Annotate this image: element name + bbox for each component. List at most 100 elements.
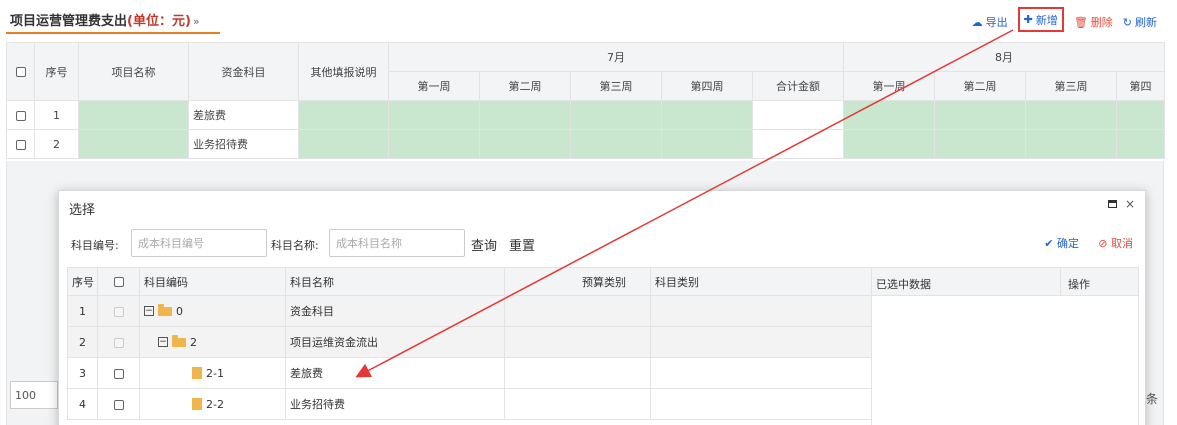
table-row[interactable]: 4 2-2 业务招待费 [67, 388, 872, 420]
name-input[interactable] [329, 229, 465, 257]
note-cell[interactable] [298, 100, 389, 130]
col-fund: 资金科目 [188, 42, 299, 101]
trash-icon: 🗑 [1073, 15, 1088, 29]
fund-cell: 差旅费 [188, 100, 299, 130]
collapse-icon[interactable]: − [158, 337, 168, 347]
select-all-checkbox[interactable] [15, 67, 26, 77]
plus-icon: ✚ [1023, 13, 1033, 26]
col-week: 第二周 [934, 71, 1027, 101]
col-seq: 序号 [34, 42, 79, 101]
cancel-label: 取消 [1111, 237, 1133, 250]
selected-data-panel: 已选中数据 操作 [871, 267, 1139, 425]
table-row[interactable]: 2 − 2 项目运维资金流出 [67, 326, 872, 358]
unit-label: (单位：元) [127, 14, 191, 29]
project-cell[interactable] [78, 100, 189, 130]
row-checkbox[interactable] [113, 368, 124, 379]
col-project: 项目名称 [78, 42, 189, 101]
amount-cell[interactable] [479, 129, 571, 159]
tree-code: 2-1 [206, 366, 224, 380]
amount-cell[interactable] [388, 129, 480, 159]
row-seq: 3 [67, 357, 98, 389]
col-week: 第一周 [388, 71, 480, 101]
tree-name: 差旅费 [285, 357, 505, 389]
page-title: 项目运营管理费支出(单位：元)» [10, 10, 200, 29]
table-row[interactable]: 1 − 0 资金科目 [67, 295, 872, 327]
add-button[interactable]: ✚ 新增 [1017, 7, 1064, 32]
folder-open-icon [158, 303, 172, 316]
collapse-chevron-icon[interactable]: » [193, 15, 200, 28]
tree-code: 0 [176, 304, 183, 318]
note-cell[interactable] [298, 129, 389, 159]
select-all-header[interactable] [97, 267, 140, 296]
amount-cell[interactable] [1116, 100, 1166, 130]
file-icon [192, 367, 202, 379]
amount-cell[interactable] [479, 100, 571, 130]
select-all-header[interactable] [6, 42, 35, 101]
amount-cell[interactable] [934, 100, 1027, 130]
amount-cell[interactable] [570, 100, 662, 130]
col-total: 合计金额 [751, 71, 845, 101]
select-dialog: 选择 × 科目编号: 科目名称: 查询 重置 ✔ 确定 ⊘ 取消 序号 科目编码… [58, 190, 1146, 425]
add-label: 新增 [1035, 13, 1058, 27]
row-checkbox[interactable] [15, 139, 26, 150]
page-size-select[interactable]: 100 [10, 381, 58, 409]
selected-data-header: 已选中数据 操作 [872, 268, 1138, 296]
amount-cell[interactable] [661, 129, 753, 159]
refresh-icon: ↻ [1122, 15, 1132, 29]
search-bar: 科目编号: 科目名称: 查询 重置 ✔ 确定 ⊘ 取消 [71, 229, 1137, 259]
table-row[interactable]: 1 差旅费 [6, 100, 1166, 130]
col-seq: 序号 [67, 267, 98, 296]
amount-cell[interactable] [1025, 129, 1118, 159]
cancel-button[interactable]: ⊘ 取消 [1098, 235, 1133, 251]
tree-name: 项目运维资金流出 [285, 326, 505, 358]
export-button[interactable]: ☁ 导出 [972, 12, 1008, 32]
row-checkbox[interactable] [113, 399, 124, 410]
row-checkbox [113, 337, 124, 348]
row-checkbox[interactable] [15, 110, 26, 121]
row-seq: 4 [67, 388, 98, 420]
amount-cell[interactable] [570, 129, 662, 159]
col-name: 科目名称 [285, 267, 505, 296]
amount-cell[interactable] [843, 100, 936, 130]
collapse-icon[interactable]: − [144, 306, 154, 316]
delete-button[interactable]: 🗑 删除 [1074, 12, 1113, 32]
dialog-title: 选择 [69, 203, 96, 218]
close-icon[interactable]: × [1125, 197, 1135, 211]
row-checkbox [113, 306, 124, 317]
col-week: 第二周 [479, 71, 571, 101]
col-week: 第一周 [843, 71, 936, 101]
reset-button[interactable]: 重置 [509, 235, 535, 254]
query-button[interactable]: 查询 [471, 235, 497, 254]
col-note: 其他填报说明 [298, 42, 389, 101]
amount-cell[interactable] [388, 100, 480, 130]
row-seq: 2 [34, 129, 79, 159]
page-title-text: 项目运营管理费支出 [10, 14, 128, 29]
amount-cell[interactable] [843, 129, 936, 159]
total-cell [751, 100, 845, 130]
table-row[interactable]: 3 2-1 差旅费 [67, 357, 872, 389]
amount-cell[interactable] [1116, 129, 1166, 159]
tree-name: 资金科目 [285, 295, 505, 327]
code-input[interactable] [131, 229, 267, 257]
header-divider [1060, 268, 1061, 296]
refresh-button[interactable]: ↻ 刷新 [1123, 12, 1157, 32]
folder-open-icon [172, 334, 186, 347]
title-underline [6, 32, 220, 34]
confirm-button[interactable]: ✔ 确定 [1044, 235, 1079, 251]
amount-cell[interactable] [934, 129, 1027, 159]
amount-cell[interactable] [661, 100, 753, 130]
col-week: 第四周 [661, 71, 753, 101]
row-seq: 2 [67, 326, 98, 358]
maximize-icon[interactable] [1107, 200, 1117, 208]
amount-cell[interactable] [1025, 100, 1118, 130]
select-all-checkbox[interactable] [113, 277, 124, 287]
dialog-controls: × [1107, 197, 1135, 211]
toolbar: ☁ 导出 ✚ 新增 🗑 删除 ↻ 刷新 [972, 7, 1157, 32]
col-code: 科目编码 [139, 267, 286, 296]
col-selected: 已选中数据 [876, 278, 931, 291]
col-week: 第三周 [1025, 71, 1118, 101]
name-label: 科目名称: [271, 239, 319, 252]
col-month-8: 8月 [843, 42, 1166, 72]
project-cell[interactable] [78, 129, 189, 159]
table-row[interactable]: 2 业务招待费 [6, 129, 1166, 159]
